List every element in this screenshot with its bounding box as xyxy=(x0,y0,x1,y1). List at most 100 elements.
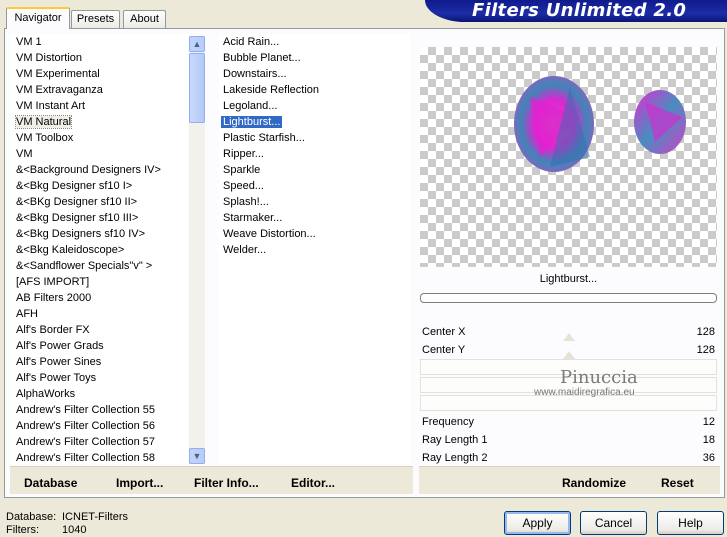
status-filters: Filters: 1040 xyxy=(6,524,86,536)
category-item[interactable]: &<Background Designers IV> xyxy=(10,162,188,178)
category-item[interactable]: VM xyxy=(10,146,188,162)
param-label: Center Y xyxy=(422,344,466,356)
category-item[interactable]: VM Natural xyxy=(10,114,188,130)
param-label: Frequency xyxy=(422,416,474,428)
database-button[interactable]: Database xyxy=(24,475,77,491)
filter-item-label: Sparkle xyxy=(223,164,261,176)
category-item[interactable]: Andrew's Filter Collection 56 xyxy=(10,418,188,434)
scroll-up-icon[interactable]: ▲ xyxy=(189,36,205,52)
category-item[interactable]: AlphaWorks xyxy=(10,386,188,402)
title-banner: Filters Unlimited 2.0 xyxy=(472,0,687,21)
category-item[interactable]: &<Bkg Designer sf10 I> xyxy=(10,178,188,194)
reset-button[interactable]: Reset xyxy=(661,475,694,491)
filter-item-label: Ripper... xyxy=(223,148,264,160)
scroll-thumb[interactable] xyxy=(189,53,205,123)
param-value: 128 xyxy=(696,326,715,338)
filter-item-label: Lakeside Reflection xyxy=(223,84,320,96)
category-item-label: VM Instant Art xyxy=(16,100,86,112)
filter-item[interactable]: Splash!... xyxy=(219,194,411,210)
scroll-down-icon[interactable]: ▼ xyxy=(189,448,205,464)
category-item-label: AB Filters 2000 xyxy=(16,292,92,304)
category-item-label: VM Natural xyxy=(14,115,73,129)
import-button[interactable]: Import... xyxy=(116,475,163,491)
filter-item-label: Weave Distortion... xyxy=(223,228,316,240)
apply-button[interactable]: Apply xyxy=(504,511,571,535)
filter-item[interactable]: Legoland... xyxy=(219,98,411,114)
category-item[interactable]: Andrew's Filter Collection 57 xyxy=(10,434,188,450)
category-item[interactable]: &<Bkg Designers sf10 IV> xyxy=(10,226,188,242)
filter-list[interactable]: Acid Rain... Bubble Planet... Downstairs..… xyxy=(219,34,411,464)
category-item-label: Alf's Power Toys xyxy=(16,372,97,384)
filter-item-label: Acid Rain... xyxy=(223,36,280,48)
filter-item[interactable]: Weave Distortion... xyxy=(219,226,411,242)
category-item[interactable]: Alf's Border FX xyxy=(10,322,188,338)
category-item[interactable]: &<Bkg Designer sf10 III> xyxy=(10,210,188,226)
category-item-label: VM Toolbox xyxy=(16,132,74,144)
filter-item-label: Welder... xyxy=(223,244,267,256)
filter-item-label: Legoland... xyxy=(223,100,278,112)
tab-navigator[interactable]: Navigator xyxy=(6,7,70,29)
param-frequency: Frequency 12 xyxy=(420,413,717,431)
filter-item[interactable]: Starmaker... xyxy=(219,210,411,226)
preview-filter-name: Lightburst... xyxy=(539,273,598,285)
status-database-value: ICNET-Filters xyxy=(62,511,128,523)
filter-item[interactable]: Sparkle xyxy=(219,162,411,178)
filter-item[interactable]: Ripper... xyxy=(219,146,411,162)
preview-image xyxy=(514,76,686,172)
watermark-url: www.maidiregrafica.eu xyxy=(534,387,635,398)
category-item[interactable]: Alf's Power Toys xyxy=(10,370,188,386)
randomize-button[interactable]: Randomize xyxy=(562,475,626,491)
category-item[interactable]: Alf's Power Grads xyxy=(10,338,188,354)
filter-info-button[interactable]: Filter Info... xyxy=(194,475,259,491)
category-item[interactable]: &<BKg Designer sf10 II> xyxy=(10,194,188,210)
param-label: Center X xyxy=(422,326,466,338)
status-database: Database: ICNET-Filters xyxy=(6,511,128,523)
slider-thumb[interactable] xyxy=(563,333,575,341)
category-item[interactable]: VM Toolbox xyxy=(10,130,188,146)
category-item[interactable]: Andrew's Filter Collection 58 xyxy=(10,450,188,464)
category-item[interactable]: Alf's Power Sines xyxy=(10,354,188,370)
cancel-button[interactable]: Cancel xyxy=(580,511,647,535)
progress-bar xyxy=(420,293,717,303)
category-item[interactable]: VM Extravaganza xyxy=(10,82,188,98)
category-item[interactable]: AFH xyxy=(10,306,188,322)
preview-area xyxy=(420,47,717,267)
filter-item[interactable]: Lightburst... xyxy=(219,114,411,130)
filter-item-label: Lightburst... xyxy=(221,116,283,128)
category-item[interactable]: &<Bkg Kaleidoscope> xyxy=(10,242,188,258)
filter-item[interactable]: Welder... xyxy=(219,242,411,258)
filter-item[interactable]: Bubble Planet... xyxy=(219,50,411,66)
category-scrollbar[interactable]: ▲ ▼ xyxy=(189,36,205,464)
filter-item-label: Starmaker... xyxy=(223,212,283,224)
category-item-label: &<Bkg Designer sf10 III> xyxy=(16,212,139,224)
filter-item[interactable]: Plastic Starfish... xyxy=(219,130,411,146)
category-item[interactable]: &<Sandflower Specials"v" > xyxy=(10,258,188,274)
category-item[interactable]: VM Experimental xyxy=(10,66,188,82)
category-item[interactable]: VM Distortion xyxy=(10,50,188,66)
category-item-label: &<Sandflower Specials"v" > xyxy=(16,260,153,272)
filter-item[interactable]: Lakeside Reflection xyxy=(219,82,411,98)
filter-item-label: Splash!... xyxy=(223,196,269,208)
filter-item[interactable]: Speed... xyxy=(219,178,411,194)
category-item[interactable]: AB Filters 2000 xyxy=(10,290,188,306)
tab-about[interactable]: About xyxy=(123,10,166,28)
param-value: 128 xyxy=(696,344,715,356)
category-item[interactable]: VM Instant Art xyxy=(10,98,188,114)
editor-button[interactable]: Editor... xyxy=(291,475,335,491)
filter-item-label: Downstairs... xyxy=(223,68,287,80)
filter-item[interactable]: Downstairs... xyxy=(219,66,411,82)
category-item[interactable]: Andrew's Filter Collection 55 xyxy=(10,402,188,418)
category-item-label: Andrew's Filter Collection 56 xyxy=(16,420,156,432)
category-item[interactable]: VM 1 xyxy=(10,34,188,50)
filter-item-label: Bubble Planet... xyxy=(223,52,301,64)
category-list[interactable]: VM 1 VM Distortion VM Experimental VM Extra… xyxy=(10,34,188,464)
category-item-label: &<Bkg Designers sf10 IV> xyxy=(16,228,146,240)
category-item-label: AFH xyxy=(16,308,38,320)
category-item[interactable]: [AFS IMPORT] xyxy=(10,274,188,290)
tab-presets[interactable]: Presets xyxy=(71,10,120,28)
slider-thumb[interactable] xyxy=(563,351,575,359)
filter-item[interactable]: Acid Rain... xyxy=(219,34,411,50)
help-button[interactable]: Help xyxy=(657,511,724,535)
filter-item-label: Speed... xyxy=(223,180,264,192)
param-ray-length-2: Ray Length 2 36 xyxy=(420,449,717,467)
